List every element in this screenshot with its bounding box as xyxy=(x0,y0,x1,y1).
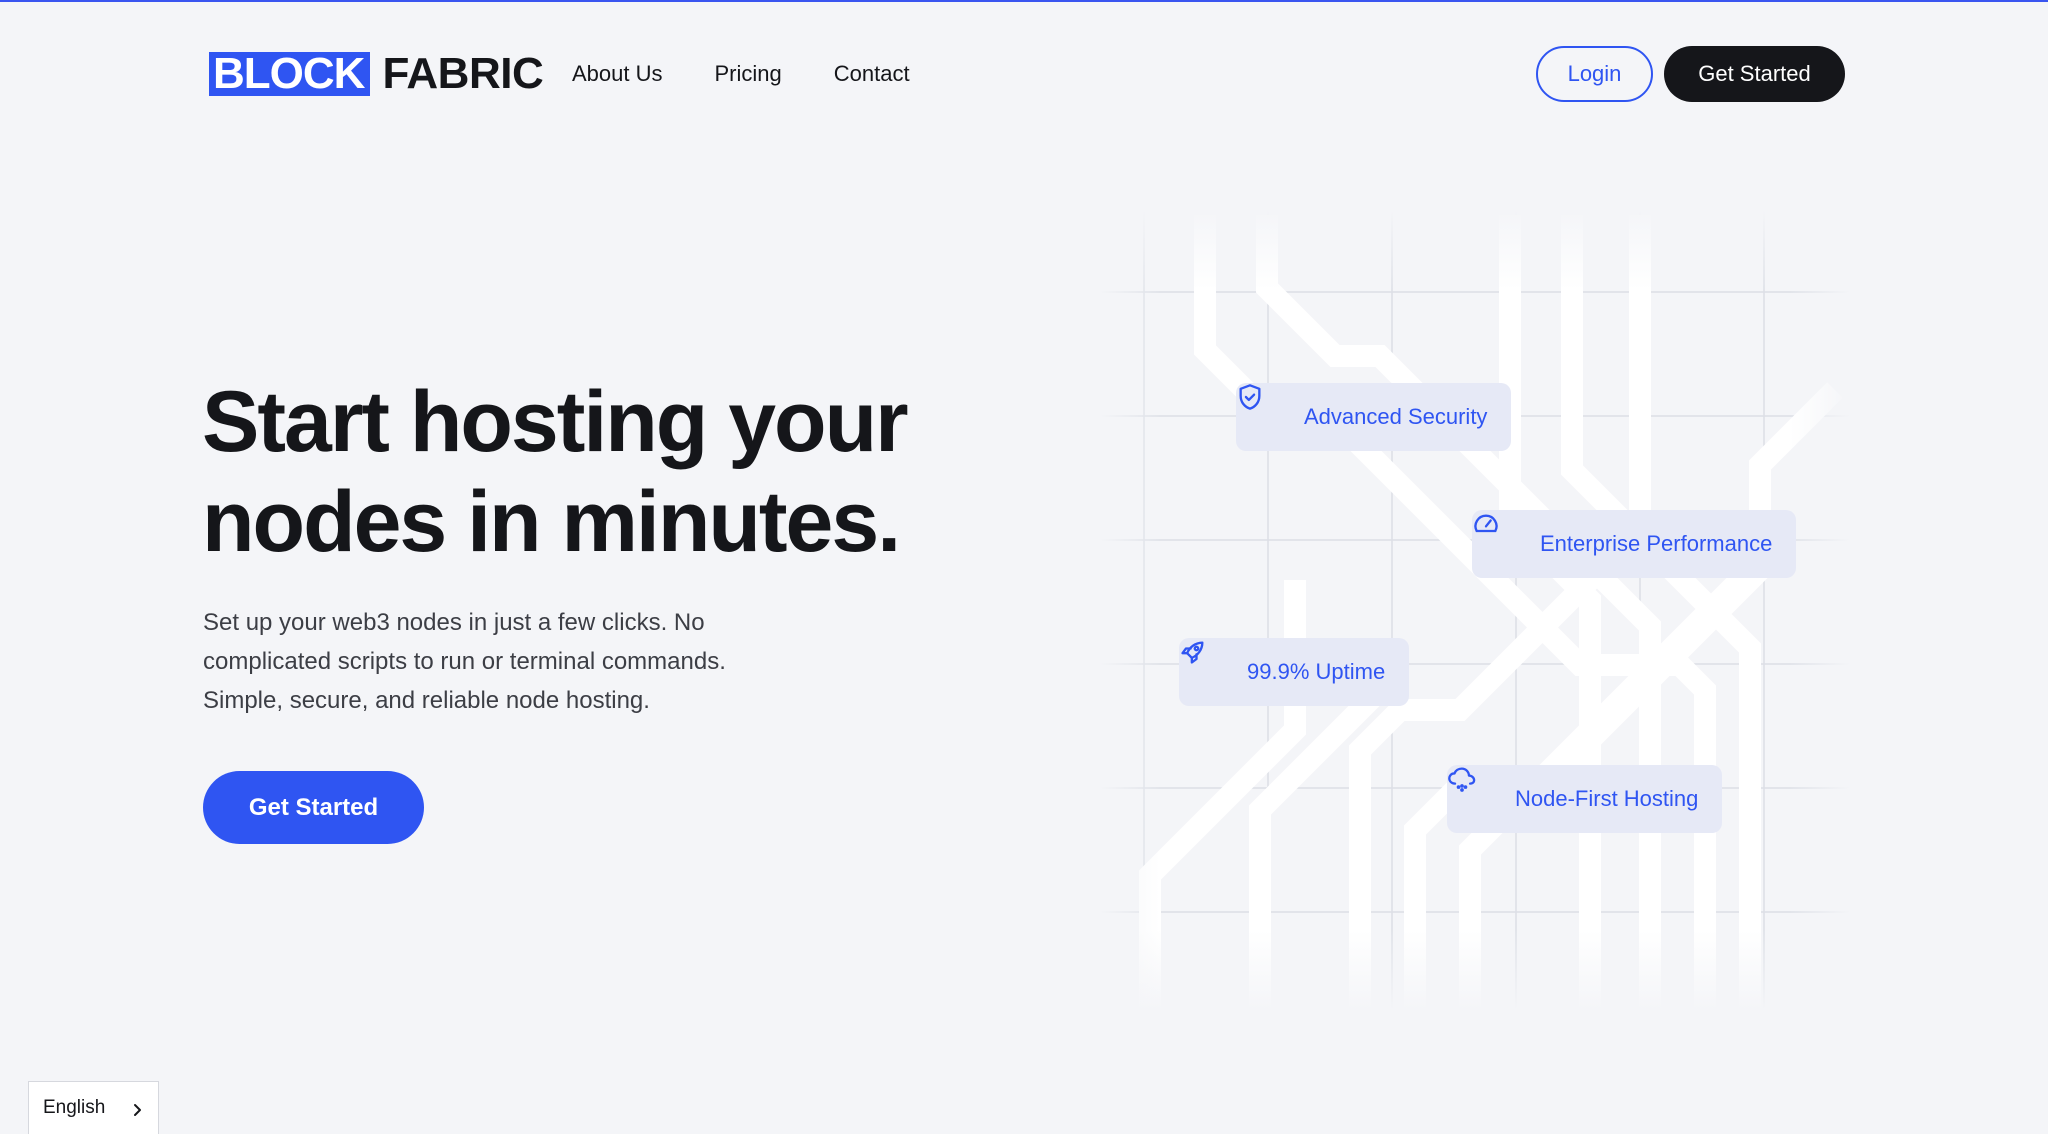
circuit-grid-graphic xyxy=(1100,210,1850,1010)
feature-label: Enterprise Performance xyxy=(1540,531,1773,556)
hero-desc-line-1: Set up your web3 nodes in just a few cli… xyxy=(203,609,705,636)
main-nav: About Us Pricing Contact xyxy=(572,58,910,90)
hero-title: Start hosting your nodes in minutes. xyxy=(202,372,1002,572)
shield-check-icon xyxy=(1239,384,1290,432)
brand-logo[interactable]: BLOCK FABRIC xyxy=(209,49,544,98)
feature-badge-enterprise-performance: Enterprise Performance xyxy=(1472,510,1797,578)
hero-title-line-1: Start hosting your xyxy=(202,374,909,470)
nav-link-contact[interactable]: Contact xyxy=(834,58,910,90)
logo-block-text: BLOCK xyxy=(209,52,371,96)
logo-fabric-text: FABRIC xyxy=(382,49,544,98)
nav-link-about-us[interactable]: About Us xyxy=(572,58,663,90)
header-get-started-button[interactable]: Get Started xyxy=(1664,46,1845,102)
login-button[interactable]: Login xyxy=(1536,46,1653,102)
cloud-icon xyxy=(1448,767,1501,814)
network-illustration: Advanced Security Enterprise Performance xyxy=(1100,210,1850,1010)
speedometer-icon xyxy=(1474,514,1526,559)
feature-badge-node-first-hosting: Node-First Hosting xyxy=(1447,765,1723,833)
feature-badge-advanced-security: Advanced Security xyxy=(1236,383,1512,451)
hero-description: Set up your web3 nodes in just a few cli… xyxy=(203,603,843,720)
language-selector[interactable]: English xyxy=(28,1081,159,1134)
chevron-right-icon xyxy=(130,1101,144,1116)
rocket-icon xyxy=(1181,641,1233,687)
hero-desc-line-2: complicated scripts to run or terminal c… xyxy=(203,648,726,675)
hero-get-started-button[interactable]: Get Started xyxy=(203,771,424,844)
feature-label: Advanced Security xyxy=(1304,404,1488,429)
hero-title-line-2: nodes in minutes. xyxy=(202,474,901,570)
nav-link-pricing[interactable]: Pricing xyxy=(715,58,782,90)
site-header: BLOCK FABRIC About Us Pricing Contact Lo… xyxy=(0,0,2048,150)
language-selected: English xyxy=(43,1097,106,1118)
hero-desc-line-3: Simple, secure, and reliable node hostin… xyxy=(203,687,650,714)
feature-badge-uptime: 99.9% Uptime xyxy=(1179,638,1410,706)
feature-label: Node-First Hosting xyxy=(1515,786,1699,811)
feature-label: 99.9% Uptime xyxy=(1247,659,1386,684)
